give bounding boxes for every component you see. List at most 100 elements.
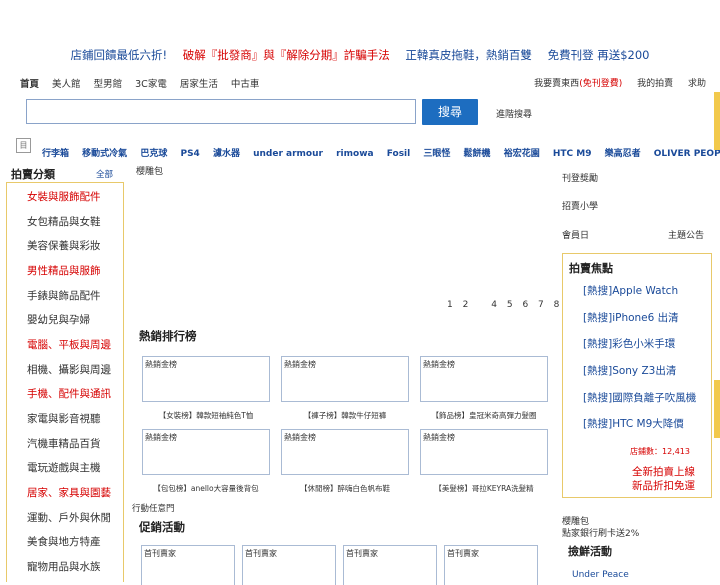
pager-dot[interactable]: 8 (554, 300, 560, 310)
member-day-link[interactable]: 會員日 (562, 228, 589, 241)
nav-beauty[interactable]: 美人館 (52, 79, 81, 90)
keyword-link[interactable]: Fosil (387, 149, 411, 159)
category-item[interactable]: 手機、配件與通訊 (27, 386, 111, 401)
focus-item[interactable]: [熱搜]Apple Watch (583, 283, 678, 298)
pager-dot[interactable]: 7 (538, 300, 544, 310)
side-tab[interactable] (714, 92, 720, 150)
bargain-title: 撿鮮活動 (568, 545, 612, 558)
promotion-card-label: 首刊賣家 (346, 549, 378, 558)
keyword-link[interactable]: OLIVER PEOPLES (654, 149, 720, 159)
pager-dot[interactable]: 1 (447, 300, 453, 310)
keyword-link[interactable]: under armour (253, 149, 323, 159)
promotion-card[interactable]: 首刊賣家 (141, 545, 235, 585)
keyword-link[interactable]: 濾水器 (213, 149, 240, 159)
ranking-card[interactable]: 熱銷金榜 (420, 356, 548, 402)
ranking-caption[interactable]: 【包包榜】anello大容量後背包 (136, 483, 276, 494)
pager-dot[interactable]: 2 (463, 300, 469, 310)
store-count: 店鋪數：12,413 (630, 447, 690, 456)
keyword-link[interactable]: PS4 (180, 149, 199, 159)
sub-keyword-link[interactable]: 櫻雕包 (136, 164, 163, 177)
ranking-card[interactable]: 熱銷金榜 (281, 429, 409, 475)
ranking-caption[interactable]: 【休閒榜】醉嗨白色帆布鞋 (275, 483, 415, 494)
category-all-link[interactable]: 全部 (96, 168, 113, 180)
promo-bar: 店鋪回饋最低六折! 破解『批發商』與『解除分期』詐騙手法 正韓真皮拖鞋，熱銷百雙… (0, 47, 720, 63)
search-button[interactable]: 搜尋 (422, 99, 478, 125)
ranking-card[interactable]: 熱銷金榜 (142, 356, 270, 402)
keyword-link[interactable]: HTC M9 (553, 149, 592, 159)
pager-dot[interactable]: 6 (522, 300, 528, 310)
ranking-caption[interactable]: 【褲子榜】韓款牛仔短褲 (275, 410, 415, 421)
promo-link-3[interactable]: 正韓真皮拖鞋，熱銷百雙 (405, 48, 532, 62)
category-item[interactable]: 美食與地方特產 (27, 534, 101, 549)
ranking-card[interactable]: 熱銷金榜 (420, 429, 548, 475)
promo-link-2[interactable]: 破解『批發商』與『解除分期』詐騙手法 (183, 48, 390, 62)
nav-right: 我要賣東西(免刊登費) 我的拍賣 求助 (522, 76, 706, 89)
ranking-card-label: 熱銷金榜 (284, 433, 316, 442)
nav-used-cars[interactable]: 中古車 (231, 79, 260, 90)
category-item[interactable]: 嬰幼兒與孕婦 (27, 312, 90, 327)
search-input[interactable] (26, 99, 416, 124)
category-item[interactable]: 男性精品與服飾 (27, 263, 101, 278)
new-auction-line[interactable]: 全新拍賣上線 (632, 464, 695, 479)
category-item[interactable]: 家電與影音視聽 (27, 411, 101, 426)
focus-item[interactable]: [熱搜]iPhone6 出清 (583, 310, 679, 325)
ranking-card[interactable]: 熱銷金榜 (281, 356, 409, 402)
focus-item[interactable]: [熱搜]彩色小米手環 (583, 336, 675, 351)
advanced-search-link[interactable]: 進階搜尋 (496, 107, 532, 120)
ranking-caption[interactable]: 【女裝榜】韓款短袖純色T恤 (136, 410, 276, 421)
nav-home[interactable]: 首頁 (20, 79, 39, 90)
sell-link[interactable]: 我要賣東西(免刊登費) (534, 79, 622, 89)
my-auction-link[interactable]: 我的拍賣 (637, 79, 673, 89)
bargain-item[interactable]: Under Peace (572, 570, 629, 580)
hot-keywords: 行李箱 移動式冷氣 巴克球 PS4 濾水器 under armour rimow… (42, 146, 720, 159)
category-list: 女裝與服飾配件 女包精品與女鞋 美容保養與彩妝 男性精品與服飾 手錶與飾品配件 … (6, 182, 124, 582)
category-item[interactable]: 美容保養與彩妝 (27, 238, 101, 253)
keyword-link[interactable]: 行李箱 (42, 149, 69, 159)
ranking-caption[interactable]: 【飾品榜】皇冠米奇高彈力髮圈 (414, 410, 554, 421)
focus-panel: 拍賣焦點 [熱搜]Apple Watch [熱搜]iPhone6 出清 [熱搜]… (562, 253, 712, 498)
promotion-card[interactable]: 首刊賣家 (343, 545, 437, 585)
category-item[interactable]: 電腦、平板與周邊 (27, 337, 111, 352)
promotion-card-label: 首刊賣家 (447, 549, 479, 558)
category-item[interactable]: 寵物用品與水族 (27, 559, 101, 574)
help-link[interactable]: 求助 (688, 79, 706, 89)
nav-3c[interactable]: 3C家電 (135, 79, 167, 90)
category-item[interactable]: 女裝與服飾配件 (27, 189, 101, 204)
announcement-link[interactable]: 主題公告 (668, 228, 704, 241)
focus-item[interactable]: [熱搜]Sony Z3出清 (583, 363, 676, 378)
nav-home-living[interactable]: 居家生活 (180, 79, 218, 90)
keyword-link[interactable]: rimowa (336, 149, 373, 159)
promo-link-4[interactable]: 免費刊登 再送$200 (548, 48, 650, 62)
pager-dot[interactable]: 4 (491, 300, 497, 310)
category-item[interactable]: 女包精品與女鞋 (27, 214, 101, 229)
seller-school-link[interactable]: 招賣小學 (562, 199, 598, 212)
promo-link-1[interactable]: 店鋪回饋最低六折! (71, 48, 168, 62)
keyword-link[interactable]: 移動式冷氣 (82, 149, 127, 159)
keyword-link[interactable]: 鬆餅機 (464, 149, 491, 159)
new-discount-line[interactable]: 新品折扣免運 (632, 478, 695, 493)
pager-dot[interactable]: 5 (507, 300, 513, 310)
side-tab[interactable] (714, 380, 720, 438)
category-title: 拍賣分類 (11, 168, 55, 181)
bank-promo-link[interactable]: 點家銀行刷卡送2% (562, 526, 639, 539)
keyword-link[interactable]: 巴克球 (140, 149, 167, 159)
listing-reward-link[interactable]: 刊登獎勵 (562, 171, 598, 184)
keyword-link[interactable]: 裕宏花園 (504, 149, 540, 159)
category-item[interactable]: 居家、家具與園藝 (27, 485, 111, 500)
category-item[interactable]: 汽機車精品百貨 (27, 436, 101, 451)
mobile-portal-link[interactable]: 行動任意門 (132, 502, 175, 514)
promotion-card[interactable]: 首刊賣家 (444, 545, 538, 585)
focus-item[interactable]: [熱搜]HTC M9大降價 (583, 416, 684, 431)
focus-item[interactable]: [熱搜]國際負離子吹風機 (583, 390, 696, 405)
keyword-link[interactable]: 三眼怪 (423, 149, 450, 159)
ranking-card[interactable]: 熱銷金榜 (142, 429, 270, 475)
category-item[interactable]: 運動、戶外與休閒 (27, 510, 111, 525)
category-item[interactable]: 電玩遊戲與主機 (27, 460, 101, 475)
nav-men[interactable]: 型男館 (94, 79, 123, 90)
ranking-card-label: 熱銷金榜 (423, 360, 455, 369)
keyword-link[interactable]: 樂高忍者 (605, 149, 641, 159)
promotion-card[interactable]: 首刊賣家 (242, 545, 336, 585)
category-item[interactable]: 手錶與飾品配件 (27, 288, 101, 303)
category-item[interactable]: 相機、攝影與周邊 (27, 362, 111, 377)
ranking-caption[interactable]: 【美髮榜】哥拉KEYRA洗髮精 (414, 483, 554, 494)
